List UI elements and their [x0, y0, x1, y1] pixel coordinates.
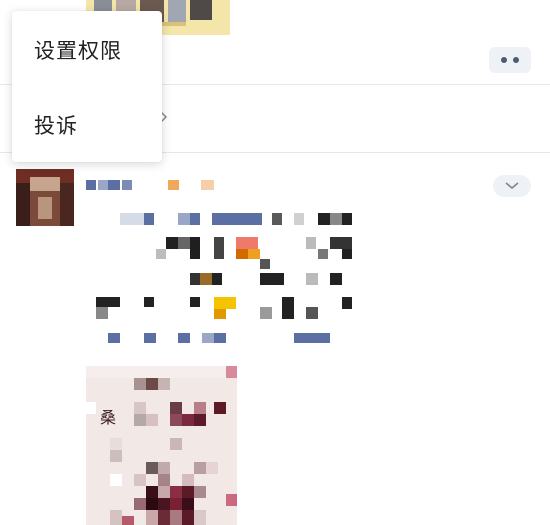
- more-dots-icon: [501, 57, 507, 63]
- more-options-button[interactable]: [489, 47, 531, 73]
- username[interactable]: [86, 180, 216, 191]
- chevron-down-icon: [505, 182, 519, 190]
- post-image-text: 桑: [100, 408, 117, 427]
- menu-item-complain[interactable]: 投诉: [12, 88, 162, 162]
- avatar[interactable]: [16, 169, 74, 226]
- post-image[interactable]: 桑: [86, 366, 237, 525]
- more-dots-icon-dot: [513, 57, 519, 63]
- menu-item-set-permission[interactable]: 设置权限: [12, 13, 162, 87]
- collapse-button[interactable]: [493, 175, 531, 197]
- post-content: [96, 213, 356, 345]
- context-menu: 设置权限 投诉: [12, 11, 162, 162]
